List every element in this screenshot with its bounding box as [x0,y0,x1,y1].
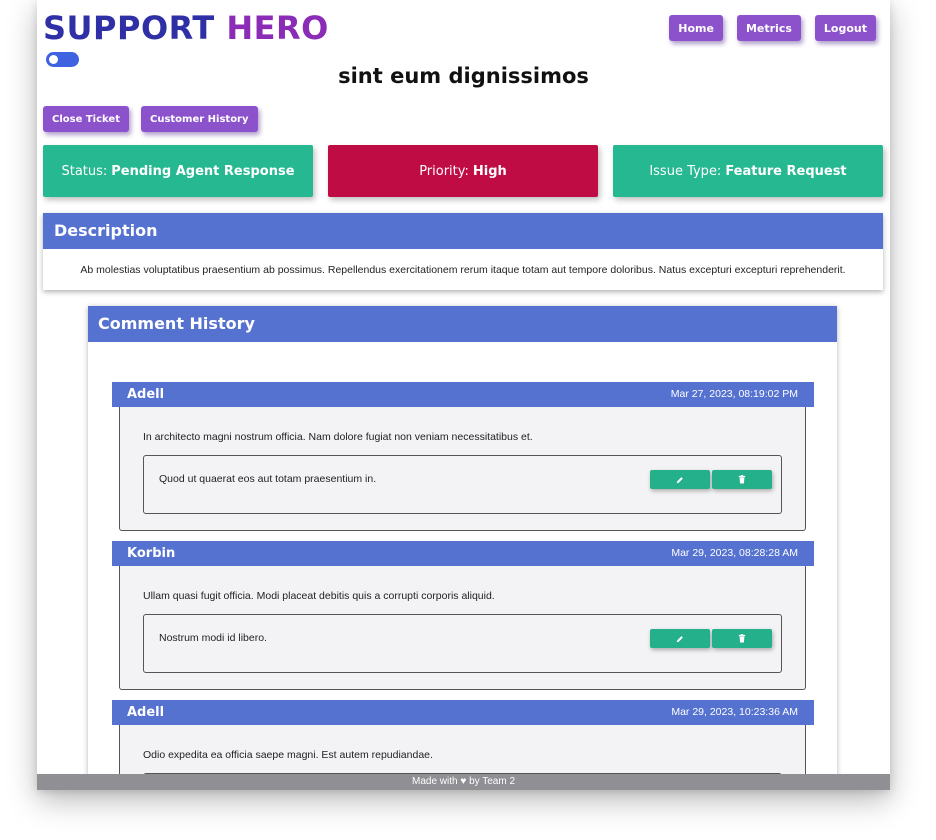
status-card: Status: Pending Agent Response [43,145,313,197]
comment-history-heading: Comment History [88,306,837,342]
top-nav: Home Metrics Logout [669,15,876,41]
priority-label: Priority: [419,163,469,179]
reply-text: Nostrum modi id libero. [159,632,267,644]
comment-date: Mar 29, 2023, 08:28:28 AM [671,547,798,559]
reply-actions [650,629,772,648]
logout-button[interactable]: Logout [814,15,876,41]
edit-button[interactable] [650,629,710,648]
customer-history-button[interactable]: Customer History [140,106,258,132]
description-text: Ab molestias voluptatibus praesentium ab… [80,264,846,276]
metrics-button[interactable]: Metrics [736,15,801,41]
pencil-icon [676,635,683,642]
priority-value: High [472,163,507,179]
comment-author: Adell [127,705,165,720]
delete-button[interactable] [712,629,772,648]
comment-card: Adell Mar 27, 2023, 08:19:02 PM In archi… [112,382,814,531]
issue-type-label: Issue Type: [649,163,722,179]
comment-header: Korbin Mar 29, 2023, 08:28:28 AM [112,541,814,566]
comment-body: In architecto magni nostrum officia. Nam… [119,407,806,531]
status-value: Pending Agent Response [111,163,295,179]
issue-type-value: Feature Request [725,163,847,179]
footer: Made with ♥ by Team 2 [37,774,890,790]
edit-button[interactable] [650,470,710,489]
brand-logo: SUPPORT HERO [43,8,329,48]
home-button[interactable]: Home [669,15,723,41]
brand-word-support: SUPPORT [43,9,215,47]
close-ticket-button[interactable]: Close Ticket [43,106,129,132]
heart-icon: ♥ [460,776,467,787]
brand-word-hero: HERO [226,9,329,47]
comment-header: Adell Mar 29, 2023, 10:23:36 AM [112,700,814,725]
comment-author: Adell [127,387,165,402]
trash-icon [738,475,746,484]
reply-text: Quod ut quaerat eos aut totam praesentiu… [159,473,377,485]
comment-author: Korbin [127,546,176,561]
comment-date: Mar 29, 2023, 10:23:36 AM [671,706,798,718]
comment-header: Adell Mar 27, 2023, 08:19:02 PM [112,382,814,407]
footer-text-before: Made with [411,776,458,787]
reply-box: Quod ut quaerat eos aut totam praesentiu… [143,455,782,514]
toggle-knob [49,55,58,64]
comment-text: In architecto magni nostrum officia. Nam… [143,431,533,443]
ticket-title: sint eum dignissimos [338,64,589,88]
comment-body: Ullam quasi fugit officia. Modi placeat … [119,566,806,690]
pencil-icon [676,476,683,483]
issue-type-card: Issue Type: Feature Request [613,145,883,197]
description-heading: Description [43,213,883,249]
comment-text: Odio expedita ea officia saepe magni. Es… [143,749,433,761]
reply-box: Nostrum modi id libero. [143,614,782,673]
priority-card: Priority: High [328,145,598,197]
delete-button[interactable] [712,470,772,489]
app-window: SUPPORT HERO Home Metrics Logout sint eu… [37,0,890,790]
trash-icon [738,634,746,643]
footer-text-after: by Team 2 [469,776,516,787]
status-label: Status: [61,163,108,179]
comment-history-panel: Comment History Adell Mar 27, 2023, 08:1… [88,306,837,790]
comment-text: Ullam quasi fugit officia. Modi placeat … [143,590,495,602]
comment-card: Korbin Mar 29, 2023, 08:28:28 AM Ullam q… [112,541,814,690]
description-panel: Description Ab molestias voluptatibus pr… [43,213,883,290]
ticket-actions: Close Ticket Customer History [43,106,258,132]
comment-date: Mar 27, 2023, 08:19:02 PM [670,388,798,400]
reply-actions [650,470,772,489]
